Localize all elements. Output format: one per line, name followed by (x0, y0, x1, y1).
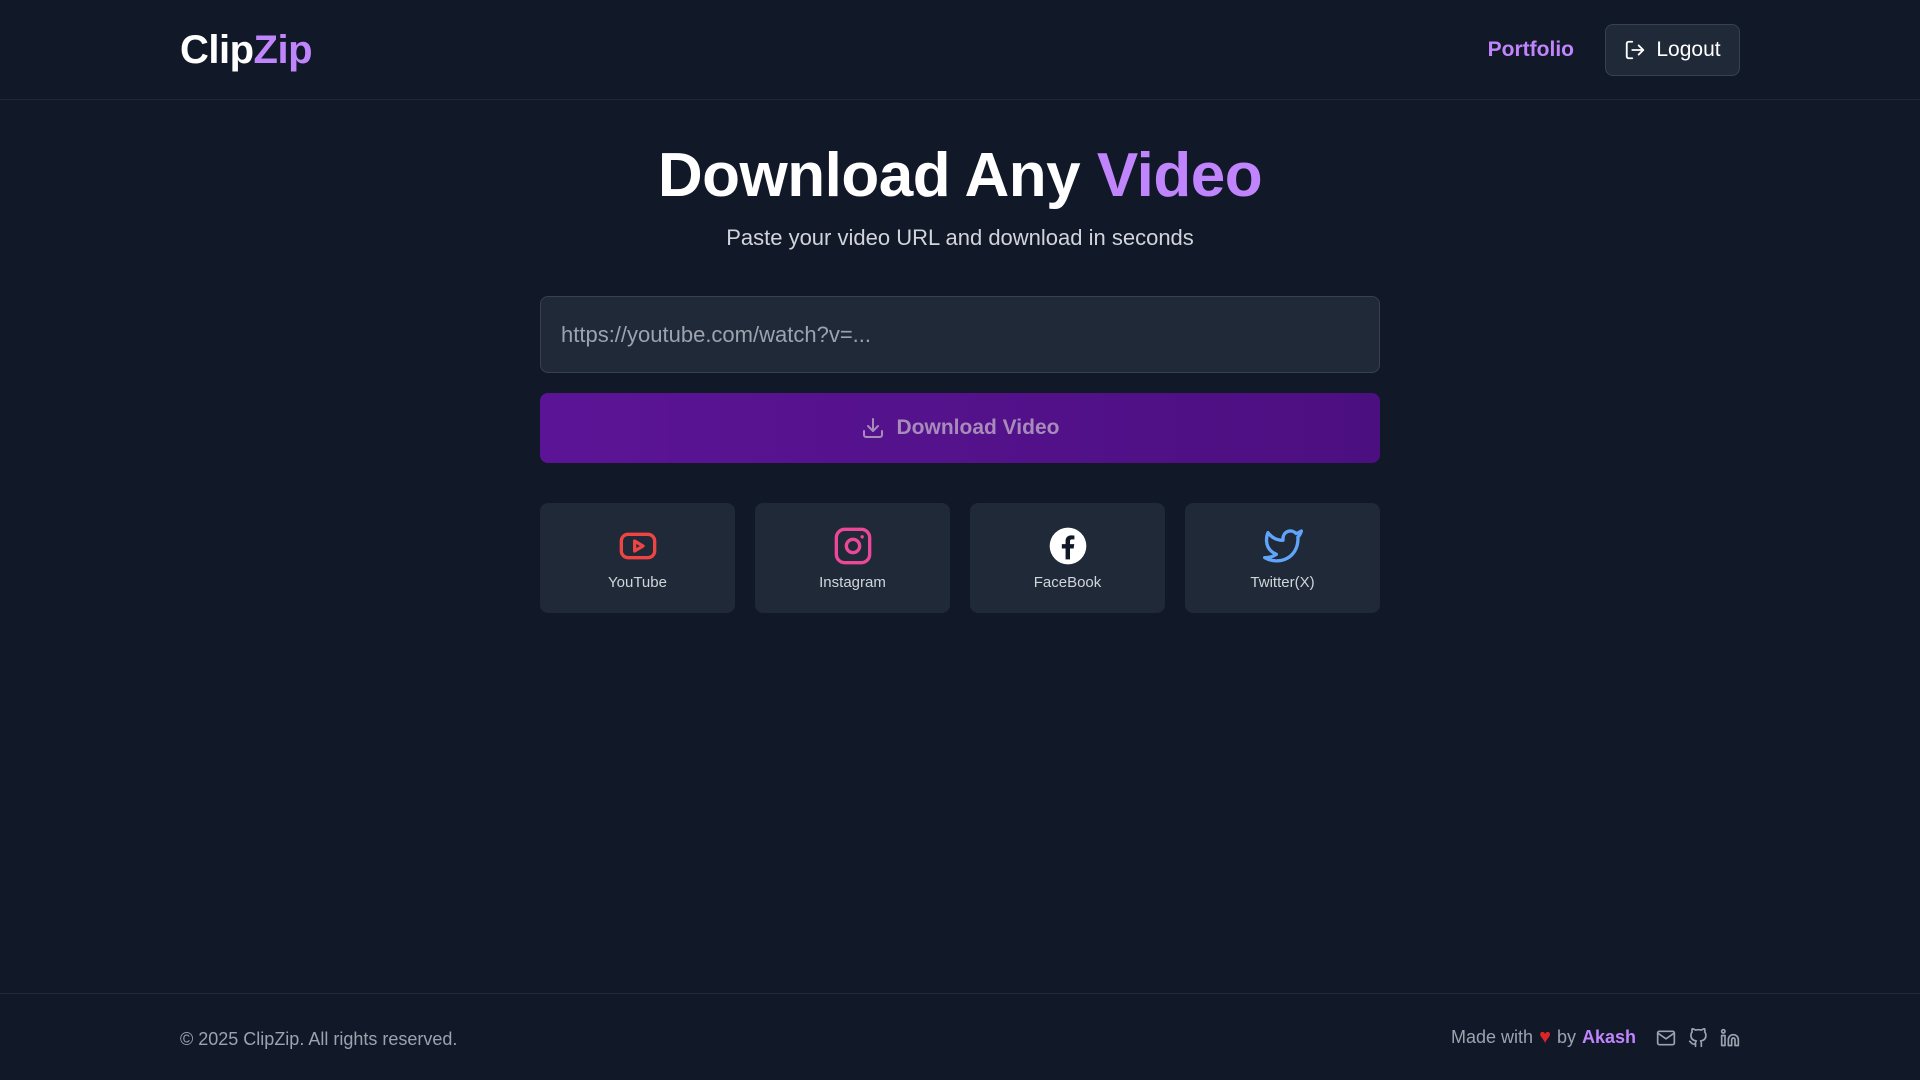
platform-label-youtube: YouTube (608, 573, 667, 591)
twitter-icon (1262, 528, 1303, 563)
video-url-input[interactable] (540, 296, 1380, 373)
top-header: ClipZip Portfolio Logout (0, 0, 1920, 100)
hero-title-main: Download Any (657, 141, 1097, 210)
heart-icon: ♥ (1539, 1026, 1551, 1048)
platform-card-youtube[interactable]: YouTube (540, 503, 735, 613)
linkedin-icon[interactable] (1720, 1028, 1740, 1048)
platform-label-twitter: Twitter(X) (1250, 573, 1315, 591)
brand-logo[interactable]: ClipZip (180, 28, 313, 73)
github-icon[interactable] (1688, 1027, 1708, 1048)
platform-label-facebook: FaceBook (1033, 573, 1102, 591)
hero-title-accent: Video (1096, 141, 1263, 210)
portfolio-link[interactable]: Portfolio (1488, 38, 1574, 62)
made-with-credit: Made with ♥ by Akash (1451, 1026, 1740, 1049)
by-text: by (1556, 1027, 1576, 1047)
platform-card-instagram[interactable]: Instagram (755, 503, 950, 613)
instagram-icon (834, 527, 871, 564)
hero-title: Download Any Video (0, 140, 1920, 211)
copyright-text: © 2025 ClipZip. All rights reserved. (180, 1029, 458, 1049)
logout-icon (1626, 40, 1645, 60)
platform-card-twitter[interactable]: Twitter(X) (1185, 503, 1380, 613)
brand-logo-part1: Clip (180, 28, 254, 72)
author-link[interactable]: Akash (1582, 1027, 1636, 1048)
facebook-icon (1049, 527, 1086, 564)
download-icon (862, 418, 883, 438)
supported-platforms: YouTube Instagram FaceBook Twitter(X) (540, 503, 1380, 613)
page-footer: © 2025 ClipZip. All rights reserved. Mad… (0, 993, 1920, 1080)
brand-logo-part2: Zip (253, 28, 313, 72)
download-video-label: Download Video (896, 416, 1060, 439)
platform-card-facebook[interactable]: FaceBook (970, 503, 1165, 613)
mail-icon[interactable] (1656, 1028, 1676, 1048)
page: ClipZip Portfolio Logout Download Any Vi… (0, 0, 1920, 1080)
platform-label-instagram: Instagram (819, 573, 886, 591)
made-with-text: Made with (1451, 1027, 1534, 1047)
social-links (1656, 1027, 1740, 1048)
logout-button[interactable]: Logout (1605, 24, 1740, 76)
download-video-button[interactable]: Download Video (540, 393, 1380, 463)
youtube-icon (619, 532, 656, 559)
hero-subtitle: Paste your video URL and download in sec… (726, 225, 1194, 250)
logout-label: Logout (1656, 38, 1721, 61)
